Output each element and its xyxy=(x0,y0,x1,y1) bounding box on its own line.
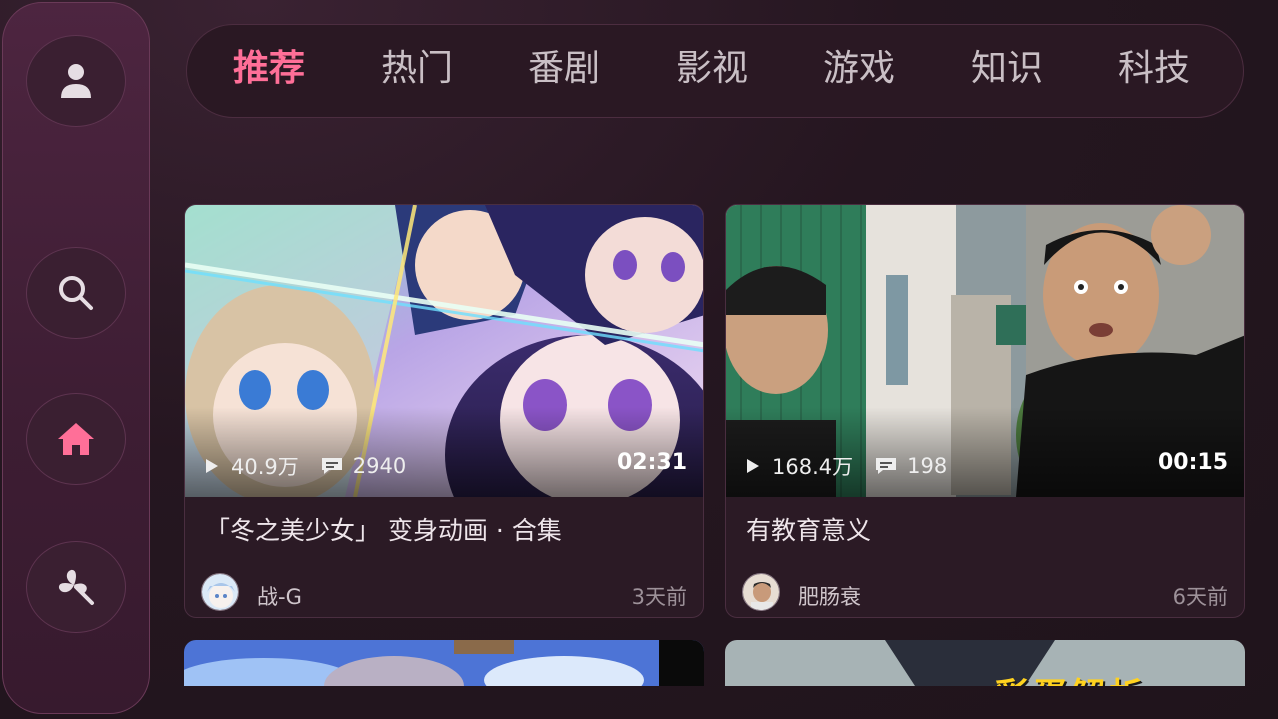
video-stats: 40.9万 2940 xyxy=(205,451,406,481)
author-avatar[interactable] xyxy=(742,573,780,611)
tab-film[interactable]: 影视 xyxy=(676,45,748,93)
category-tabs: 推荐 热门 番剧 影视 游戏 知识 科技 xyxy=(186,24,1244,118)
comment-count: 198 xyxy=(907,454,948,478)
pinwheel-button[interactable] xyxy=(26,541,126,633)
video-duration: 02:31 xyxy=(616,450,687,475)
comment-icon xyxy=(876,458,897,474)
author-name[interactable]: 肥肠衰 xyxy=(798,581,861,611)
thumbnail-caption: 彩蛋解析 xyxy=(995,668,1147,686)
home-button[interactable] xyxy=(26,393,126,485)
play-count-icon xyxy=(747,459,759,473)
view-count: 40.9万 xyxy=(231,455,299,479)
upload-time: 3天前 xyxy=(631,585,687,609)
tab-hot[interactable]: 热门 xyxy=(381,45,453,93)
tab-games[interactable]: 游戏 xyxy=(823,45,895,93)
search-button[interactable] xyxy=(26,247,126,339)
play-count-icon xyxy=(206,459,218,473)
video-card-partial[interactable] xyxy=(184,640,704,686)
tab-knowledge[interactable]: 知识 xyxy=(971,45,1043,93)
pinwheel-icon xyxy=(58,569,94,605)
profile-button[interactable] xyxy=(26,35,126,127)
comment-count: 2940 xyxy=(352,454,407,478)
user-icon xyxy=(61,64,91,98)
tab-tech[interactable]: 科技 xyxy=(1118,45,1190,93)
video-title: 有教育意义 xyxy=(746,516,872,545)
video-duration: 00:15 xyxy=(1157,450,1228,475)
video-card-partial[interactable]: 彩蛋解析 xyxy=(725,640,1245,686)
search-icon xyxy=(59,276,93,310)
video-card[interactable]: 40.9万 2940 02:31 「冬之美少女」 变身动画 · 合集 战-G 3… xyxy=(184,204,704,618)
tab-anime[interactable]: 番剧 xyxy=(528,45,600,93)
video-title: 「冬之美少女」 变身动画 · 合集 xyxy=(205,516,562,545)
view-count: 168.4万 xyxy=(772,455,854,479)
upload-time: 6天前 xyxy=(1172,585,1228,609)
author-name[interactable]: 战-G xyxy=(257,581,302,611)
author-avatar[interactable] xyxy=(201,573,239,611)
app-root: 推荐 热门 番剧 影视 游戏 知识 科技 40.9万 2940 02:31 「冬… xyxy=(0,0,1278,719)
video-card[interactable]: 168.4万 198 00:15 有教育意义 肥肠衰 6天前 xyxy=(725,204,1245,618)
sidebar xyxy=(2,2,150,714)
video-stats: 168.4万 198 xyxy=(746,451,947,481)
tab-recommend[interactable]: 推荐 xyxy=(233,45,305,93)
comment-icon xyxy=(321,458,342,474)
home-icon xyxy=(58,423,94,455)
